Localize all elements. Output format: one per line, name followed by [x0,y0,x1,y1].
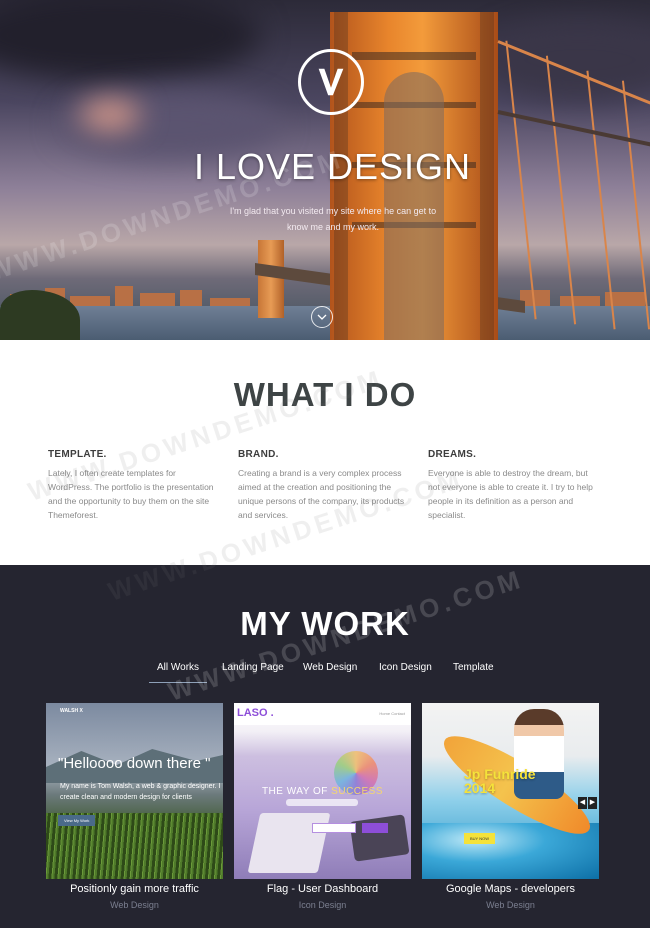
arrow-left-icon[interactable]: ◀ [578,797,587,809]
portfolio-item[interactable]: LASO . Home Contact THE WAY OF SUCCESS F… [234,703,411,910]
service-template: TEMPLATE. Lately, I often create templat… [48,449,218,522]
distant-bridge-tower [258,240,284,318]
service-heading: TEMPLATE. [48,449,107,460]
service-text: Lately, I often create templates for Wor… [48,468,214,520]
logo[interactable] [298,49,364,115]
thumb-button: BUY NOW [464,833,496,844]
cloud [80,100,140,130]
service-heading: DREAMS. [428,449,477,460]
cloud [0,0,260,80]
keyboard [247,813,331,873]
portfolio-thumbnail[interactable]: WALSH X "Helloooo down there " My name i… [46,703,223,879]
thumb-button: View My Work [58,815,96,826]
filter-template[interactable]: Template [453,662,494,673]
tablet [349,814,410,862]
portfolio-thumbnail[interactable]: LASO . Home Contact THE WAY OF SUCCESS [234,703,411,879]
portfolio-item[interactable]: WALSH X "Helloooo down there " My name i… [46,703,223,910]
portfolio-caption[interactable]: Google Maps - developers [422,883,599,895]
portfolio-thumbnail[interactable]: Jp Funride 2014 BUY NOW ◀ ▶ [422,703,599,879]
portfolio-filters: All Works Landing Page Web Design Icon D… [0,662,650,684]
filter-web-design[interactable]: Web Design [303,662,357,673]
filter-icon-design[interactable]: Icon Design [379,662,432,673]
thumb-headline: "Helloooo down there " [58,755,211,772]
portfolio-category: Web Design [486,900,535,910]
v-logo-icon [318,68,344,96]
thumb-nav: Home Contact [379,711,405,716]
filter-landing-page[interactable]: Landing Page [222,662,284,673]
service-dreams: DREAMS. Everyone is able to destroy the … [428,449,598,522]
portfolio-category: Icon Design [298,900,347,910]
scroll-down-button[interactable] [311,306,333,328]
hero-section: I LOVE DESIGN I'm glad that you visited … [0,0,650,340]
filter-all-works[interactable]: All Works [149,662,208,683]
thumb-body: My name is Tom Walsh, a web & graphic de… [60,783,221,801]
hero-title: I LOVE DESIGN [193,146,472,187]
arrow-right-icon[interactable]: ▶ [588,797,597,809]
service-heading: BRAND. [238,449,279,460]
slider-arrows[interactable]: ◀ ▶ [578,797,597,809]
thumb-headline: Jp Funride 2014 [464,766,536,796]
portfolio-caption[interactable]: Positionly gain more traffic [46,883,223,895]
service-brand: BRAND. Creating a brand is a very comple… [238,449,408,522]
hero-subtitle: I'm glad that you visited my site where … [229,206,437,232]
what-i-do-title: WHAT I DO [233,376,417,413]
thumb-brand: WALSH X [60,708,83,714]
thumb-headline: THE WAY OF SUCCESS [261,786,384,797]
service-text: Creating a brand is a very complex proce… [238,468,405,520]
portfolio-item[interactable]: Jp Funride 2014 BUY NOW ◀ ▶ Google Maps … [422,703,599,910]
portfolio-category: Web Design [110,900,159,910]
thumb-brand: LASO . [237,707,274,719]
portfolio-caption[interactable]: Flag - User Dashboard [234,883,411,895]
service-text: Everyone is able to destroy the dream, b… [428,468,593,520]
my-work-title: MY WORK [240,605,410,642]
chevron-down-icon [317,314,327,320]
